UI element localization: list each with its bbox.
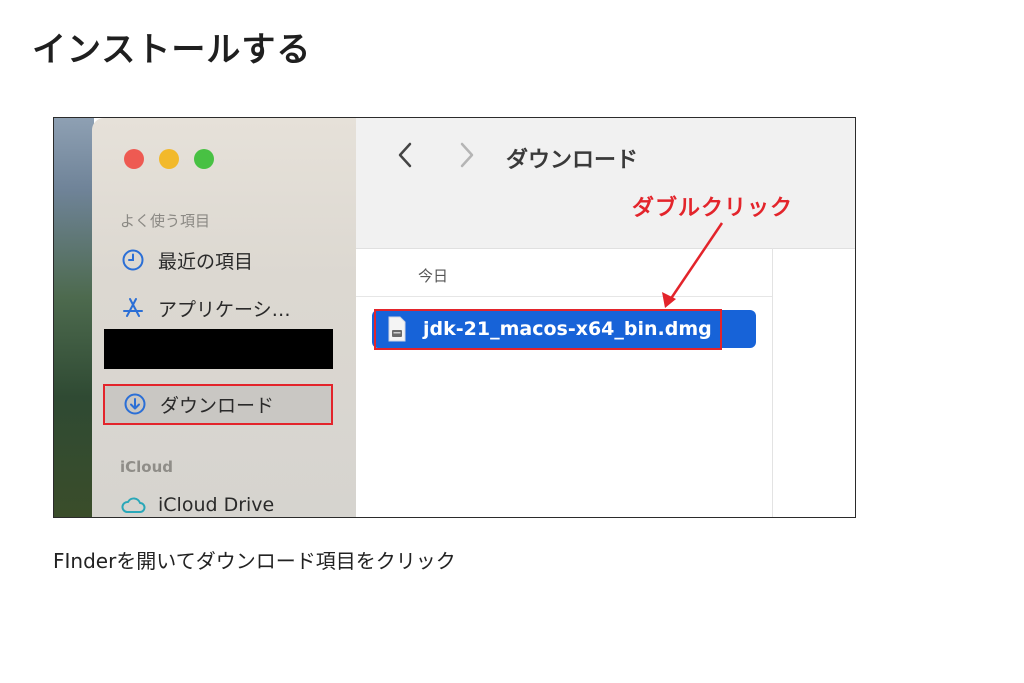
- downloads-red-highlight-box: [103, 384, 333, 425]
- app-store-icon: [120, 295, 146, 321]
- zoom-window-button[interactable]: [194, 149, 214, 169]
- sidebar-item-applications[interactable]: アプリケーシ…: [120, 294, 291, 322]
- sidebar-item-label: アプリケーシ…: [158, 298, 291, 321]
- sidebar-item-recents[interactable]: 最近の項目: [120, 246, 253, 274]
- page-title: インストールする: [32, 30, 312, 70]
- desktop-wallpaper: [54, 118, 94, 517]
- sidebar-item-icloud-drive[interactable]: iCloud Drive: [120, 491, 275, 517]
- icloud-header: iCloud: [120, 458, 174, 476]
- minimize-window-button[interactable]: [159, 149, 179, 169]
- sidebar-item-label: 最近の項目: [158, 250, 254, 273]
- sidebar-item-label: iCloud Drive: [158, 494, 275, 516]
- redacted-sidebar-item: [104, 329, 333, 369]
- close-window-button[interactable]: [124, 149, 144, 169]
- clock-icon: [120, 247, 146, 273]
- finder-main-pane: ダウンロード ダブルクリック 今日 jdk-21_macos-x64_bin.d…: [356, 118, 855, 517]
- finder-sidebar: よく使う項目 最近の項目 アプリケーシ… ダウンロード iCloud iClou…: [92, 118, 356, 517]
- finder-screenshot: よく使う項目 最近の項目 アプリケーシ… ダウンロード iCloud iClou…: [53, 117, 856, 518]
- instruction-caption: FInderを開いてダウンロード項目をクリック: [53, 549, 456, 573]
- favorites-header: よく使う項目: [120, 212, 211, 230]
- annotation-arrow: [662, 222, 724, 308]
- cloud-icon: [120, 492, 146, 517]
